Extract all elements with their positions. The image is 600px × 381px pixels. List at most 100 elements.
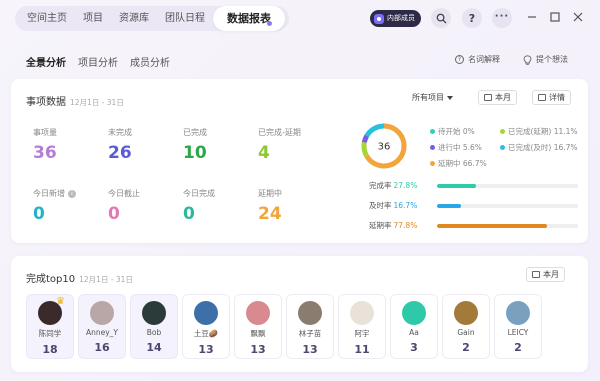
- active-dot: [267, 21, 272, 26]
- stat-total-value[interactable]: 36: [33, 143, 57, 163]
- stat-delayed-value[interactable]: 24: [258, 204, 282, 224]
- stat-today-new-value[interactable]: 0: [33, 204, 76, 224]
- analysis-subnav: 全景分析 项目分析 成员分析: [26, 54, 170, 69]
- status-donut-chart: 36: [361, 123, 407, 169]
- person-name: Anney_Y: [85, 328, 119, 337]
- subtab-overview[interactable]: 全景分析: [26, 54, 66, 69]
- stat-today-new: 今日新增 i 0: [33, 188, 76, 224]
- maximize-icon: [550, 12, 560, 22]
- tab-team-schedule[interactable]: 团队日程: [157, 6, 213, 31]
- person-count: 13: [250, 343, 266, 356]
- feedback-label: 提个想法: [536, 55, 568, 64]
- crown-icon: ♛: [56, 296, 65, 307]
- top10-period-button[interactable]: 本月: [526, 267, 565, 282]
- completion-rate-fill: [437, 184, 477, 188]
- stat-completed-delayed: 已完成-延期 4: [258, 127, 301, 163]
- avatar: [454, 301, 478, 325]
- stat-completed-value[interactable]: 10: [183, 143, 207, 163]
- person-name: 土豆🥔: [193, 329, 219, 338]
- person-name: 飘飘: [250, 329, 266, 338]
- tab-data-report-label: 数据报表: [227, 12, 271, 25]
- person-name: Gain: [457, 328, 475, 337]
- stat-today-due-value[interactable]: 0: [108, 204, 140, 224]
- top10-person-card[interactable]: ♛ 陈同学 18: [26, 294, 74, 359]
- delay-rate-row: 延期率 77.8%: [367, 220, 582, 230]
- minimize-button[interactable]: [525, 10, 539, 26]
- feedback-link[interactable]: 提个想法: [523, 54, 568, 65]
- person-name: LEICY: [507, 328, 529, 337]
- stat-completed-delayed-label: 已完成-延期: [258, 128, 301, 137]
- ontime-rate-fill: [437, 204, 461, 208]
- avatar: [90, 301, 114, 325]
- search-button[interactable]: [431, 8, 451, 28]
- stat-completed-delayed-value[interactable]: 4: [258, 143, 301, 163]
- delay-rate-value: 77.8%: [393, 221, 418, 230]
- top10-person-card[interactable]: 土豆🥔 13: [182, 294, 230, 359]
- person-count: 2: [514, 341, 522, 354]
- top10-person-card[interactable]: Gain 2: [442, 294, 490, 359]
- stat-incomplete-value[interactable]: 26: [108, 143, 132, 163]
- top10-person-card[interactable]: 阿宇 11: [338, 294, 386, 359]
- stat-today-due-label: 今日截止: [108, 189, 140, 198]
- tab-projects[interactable]: 项目: [75, 6, 111, 31]
- member-badge-label: 内部成员: [387, 14, 415, 22]
- info-icon[interactable]: i: [68, 189, 76, 198]
- help-button[interactable]: ?: [462, 8, 482, 28]
- more-icon: ···: [494, 10, 510, 22]
- close-button[interactable]: [571, 10, 585, 26]
- tab-data-report[interactable]: 数据报表: [213, 6, 285, 31]
- overview-date-range: 12月1日 - 31日: [70, 98, 124, 107]
- top10-person-card[interactable]: Bob 14: [130, 294, 178, 359]
- stat-incomplete: 未完成 26: [108, 127, 132, 163]
- completion-rate-bar: [437, 184, 578, 188]
- glossary-link[interactable]: ? 名词解释: [455, 54, 500, 65]
- stat-incomplete-label: 未完成: [108, 128, 132, 137]
- ontime-rate-value: 16.7%: [393, 201, 418, 210]
- avatar: [298, 301, 322, 325]
- subtab-member-analysis[interactable]: 成员分析: [130, 54, 170, 69]
- legend-dot: [500, 129, 505, 134]
- tab-resources[interactable]: 资源库: [111, 6, 157, 31]
- legend-label: 待开始 0%: [438, 127, 475, 136]
- top10-list: ♛ 陈同学 18 Anney_Y 16 Bob 14 土豆🥔 13 飘飘 13 林子苗 13 阿宇 11 Aa…: [26, 294, 542, 359]
- stat-completed: 已完成 10: [183, 127, 207, 163]
- completion-rate-value: 27.8%: [393, 181, 418, 190]
- top-bar: 空间主页 项目 资源库 团队日程 数据报表 内部成员 ? ···: [0, 0, 600, 36]
- top10-person-card[interactable]: 飘飘 13: [234, 294, 282, 359]
- legend-item: 延期中 66.7%: [430, 158, 487, 169]
- stat-total-label: 事项量: [33, 128, 57, 137]
- details-button[interactable]: 详情: [532, 90, 571, 105]
- member-icon: [374, 13, 384, 24]
- person-name: Bob: [146, 328, 162, 337]
- top10-person-card[interactable]: Anney_Y 16: [78, 294, 126, 359]
- person-name: Aa: [409, 328, 419, 337]
- person-count: 13: [198, 343, 214, 356]
- overview-title-label: 事项数据: [26, 97, 66, 108]
- member-badge[interactable]: 内部成员: [370, 10, 421, 27]
- calendar-icon: [484, 94, 492, 101]
- chevron-down-icon: [447, 95, 453, 100]
- person-count: 11: [354, 343, 370, 356]
- tab-space-home[interactable]: 空间主页: [19, 6, 75, 31]
- delay-rate-name: 延期率: [369, 221, 392, 230]
- avatar: [142, 301, 166, 325]
- stat-today-done-value[interactable]: 0: [183, 204, 215, 224]
- delay-rate-label: 延期率 77.8%: [367, 220, 417, 231]
- subtab-project-analysis[interactable]: 项目分析: [78, 54, 118, 69]
- period-button[interactable]: 本月: [478, 90, 517, 105]
- ontime-rate-bar: [437, 204, 578, 208]
- main-tabs: 空间主页 项目 资源库 团队日程 数据报表: [15, 6, 289, 31]
- maximize-button[interactable]: [548, 10, 562, 26]
- overview-title: 事项数据 12月1日 - 31日: [26, 93, 124, 108]
- avatar: [350, 301, 374, 325]
- top10-person-card[interactable]: LEICY 2: [494, 294, 542, 359]
- project-filter-value: 所有项目: [412, 93, 444, 102]
- more-button[interactable]: ···: [492, 8, 512, 28]
- legend-item: 进行中 5.6%: [430, 142, 482, 153]
- glossary-label: 名词解释: [468, 55, 500, 64]
- project-filter-select[interactable]: 所有项目: [412, 90, 453, 105]
- stat-total: 事项量 36: [33, 127, 57, 163]
- top10-person-card[interactable]: 林子苗 13: [286, 294, 334, 359]
- minimize-icon: [528, 16, 536, 18]
- top10-person-card[interactable]: Aa 3: [390, 294, 438, 359]
